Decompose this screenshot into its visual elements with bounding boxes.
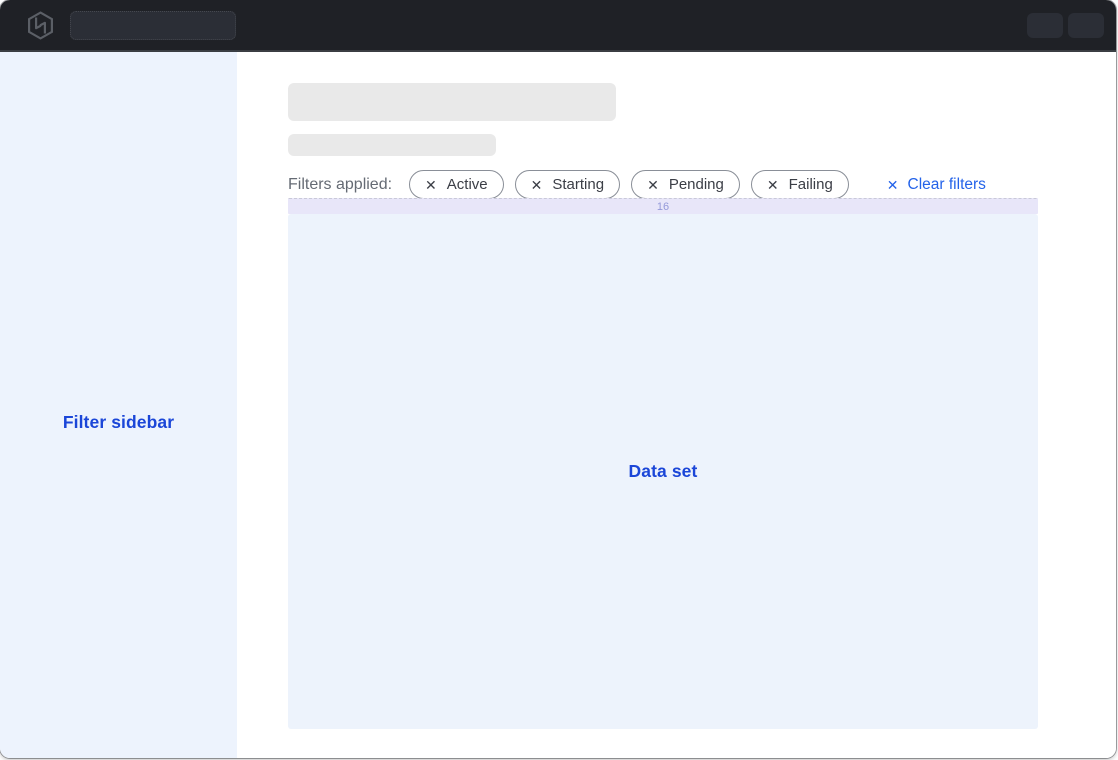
row-count-strip: 16 — [288, 198, 1038, 214]
topbar — [0, 0, 1116, 52]
filter-sidebar-label: Filter sidebar — [0, 412, 237, 433]
page-title-placeholder — [288, 83, 616, 121]
hashicorp-logo-icon — [27, 11, 54, 40]
data-set-region: Data set — [288, 214, 1038, 729]
filter-chip-starting[interactable]: ✕ Starting — [515, 170, 620, 199]
filter-chip-label: Failing — [789, 176, 833, 193]
data-set-label: Data set — [629, 461, 698, 482]
filters-applied-label: Filters applied: — [288, 176, 392, 194]
topbar-action-placeholder-1 — [1027, 13, 1063, 38]
row-count: 16 — [657, 201, 669, 213]
remove-filter-icon[interactable]: ✕ — [425, 178, 437, 192]
applied-filters-bar: Filters applied: ✕ Active ✕ Starting ✕ P… — [288, 169, 986, 200]
filter-chip-failing[interactable]: ✕ Failing — [751, 170, 849, 199]
filter-chip-active[interactable]: ✕ Active — [409, 170, 504, 199]
remove-filter-icon[interactable]: ✕ — [647, 178, 659, 192]
remove-filter-icon[interactable]: ✕ — [767, 178, 779, 192]
filter-chip-label: Starting — [552, 176, 604, 193]
filter-sidebar: Filter sidebar — [0, 52, 237, 758]
clear-filters-icon: ✕ — [887, 178, 899, 192]
filter-chip-label: Pending — [669, 176, 724, 193]
clear-filters-label: Clear filters — [908, 176, 986, 194]
remove-filter-icon[interactable]: ✕ — [531, 178, 543, 192]
topbar-action-placeholder-2 — [1068, 13, 1104, 38]
topbar-nav-placeholder — [70, 11, 236, 40]
filter-chip-pending[interactable]: ✕ Pending — [631, 170, 740, 199]
filter-chip-label: Active — [447, 176, 488, 193]
app-window: Filter sidebar Filters applied: ✕ Active… — [0, 0, 1116, 758]
page-subtitle-placeholder — [288, 134, 496, 156]
clear-filters-button[interactable]: ✕ Clear filters — [887, 176, 986, 194]
main-content: Filters applied: ✕ Active ✕ Starting ✕ P… — [237, 52, 1116, 758]
